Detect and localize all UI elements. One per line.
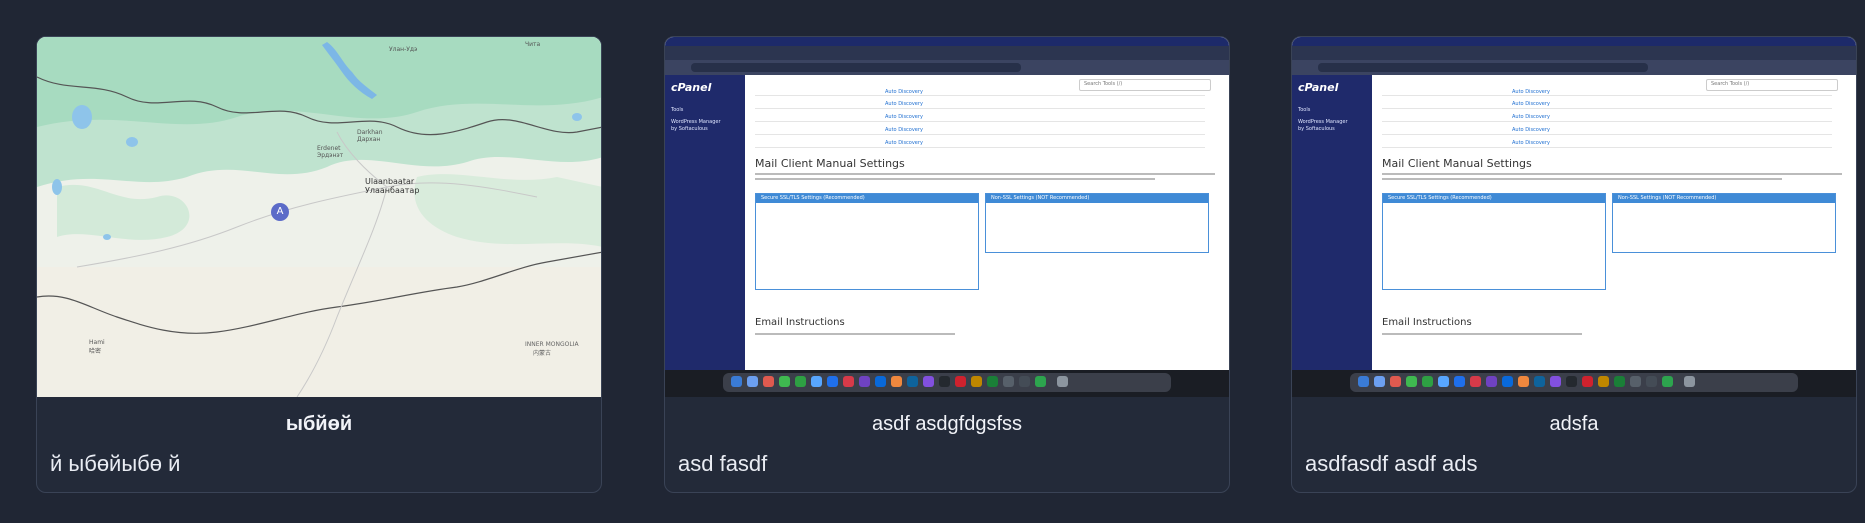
city-label-ulaanbaatar: Ulaanbaatar [365,177,415,186]
card-title: adsfa [1549,413,1599,435]
cpanel-sidebar: cPanel Tools WordPress Manager by Softac… [665,75,745,370]
city-label-ulan-ude: Улан-Удэ [389,46,418,53]
map-labels: Ulaanbaatar Улаанбаатар Darkhan Дархан E… [37,37,601,397]
map-thumbnail: Ulaanbaatar Улаанбаатар Darkhan Дархан E… [37,37,601,397]
city-label-erdenet-mn: Эрдэнэт [317,152,344,159]
autodiscovery-link: Auto Discovery [885,140,923,146]
card-2[interactable]: cPanel Tools WordPress Manager by Softac… [664,36,1230,493]
cpanel-logo: cPanel [1298,81,1339,94]
autodiscovery-link: Auto Discovery [885,127,923,133]
cpanel-sidebar: cPanel Tools WordPress Manager by Softac… [1292,75,1372,370]
sidebar-item-tools: Tools [671,107,684,113]
screenshot-thumbnail: cPanel Tools WordPress Manager by Softac… [1292,37,1856,397]
map-marker-label: A [276,206,284,217]
sidebar-item-softaculous: by Softaculous [1298,126,1335,132]
card-1[interactable]: Ulaanbaatar Улаанбаатар Darkhan Дархан E… [36,36,602,493]
search-input: Search Tools (/) [1079,79,1211,91]
sidebar-item-softaculous: by Softaculous [671,126,708,132]
card-description: й ыбөйыбө й [50,451,181,476]
browser-urlbar [1292,60,1856,75]
city-label-darkhan-mn: Дархан [357,136,381,143]
email-instructions-heading: Email Instructions [755,317,845,328]
email-instructions-heading: Email Instructions [1382,317,1472,328]
autodiscovery-link: Auto Discovery [1512,140,1550,146]
cpanel-content: Search Tools (/) Auto Discovery Auto Dis… [1372,75,1856,370]
cpanel-content: Search Tools (/) Auto Discovery Auto Dis… [745,75,1229,370]
autodiscovery-link: Auto Discovery [885,101,923,107]
map-marker[interactable]: A [271,203,289,221]
card-description: asd fasdf [678,451,768,476]
browser-tabbar [665,46,1229,60]
cpanel-screenshot: cPanel Tools WordPress Manager by Softac… [1292,37,1856,397]
autodiscovery-link: Auto Discovery [885,114,923,120]
ssl-settings-panel: Secure SSL/TLS Settings (Recommended) [755,193,979,290]
mac-dock [665,370,1229,397]
card-description: asdfasdf asdf ads [1305,451,1478,476]
city-label-ulaanbaatar-mn: Улаанбаатар [365,186,420,195]
region-label-inner-mongolia: INNER MONGOLIA [525,341,579,348]
sidebar-item-wordpress: WordPress Manager [1298,119,1348,125]
autodiscovery-link: Auto Discovery [1512,89,1550,95]
autodiscovery-link: Auto Discovery [1512,101,1550,107]
search-input: Search Tools (/) [1706,79,1838,91]
autodiscovery-link: Auto Discovery [885,89,923,95]
city-label-chita: Чита [525,41,541,48]
cpanel-screenshot: cPanel Tools WordPress Manager by Softac… [665,37,1229,397]
non-ssl-settings-panel: Non-SSL Settings (NOT Recommended) [985,193,1209,253]
sidebar-item-wordpress: WordPress Manager [671,119,721,125]
card-title: asdf asdgfdgsfss [871,413,1023,435]
browser-tabbar [1292,46,1856,60]
mac-menubar [665,37,1229,46]
sidebar-item-tools: Tools [1298,107,1311,113]
ssl-settings-panel: Secure SSL/TLS Settings (Recommended) [1382,193,1606,290]
region-label-inner-mongolia-cn: 内蒙古 [533,350,552,357]
mail-settings-heading: Mail Client Manual Settings [1382,157,1532,170]
non-ssl-settings-panel: Non-SSL Settings (NOT Recommended) [1612,193,1836,253]
autodiscovery-link: Auto Discovery [1512,114,1550,120]
card-grid: Ulaanbaatar Улаанбаатар Darkhan Дархан E… [0,0,1865,523]
mac-dock [1292,370,1856,397]
mail-settings-heading: Mail Client Manual Settings [755,157,905,170]
city-label-hami: Hami [89,339,105,346]
city-label-hami-cn: 哈密 [89,348,102,355]
city-label-erdenet: Erdenet [317,145,341,152]
card-3[interactable]: cPanel Tools WordPress Manager by Softac… [1291,36,1857,493]
mac-menubar [1292,37,1856,46]
browser-urlbar [665,60,1229,75]
card-title: ыбйөй [285,413,353,435]
city-label-darkhan: Darkhan [357,129,383,136]
autodiscovery-link: Auto Discovery [1512,127,1550,133]
cpanel-logo: cPanel [671,81,712,94]
screenshot-thumbnail: cPanel Tools WordPress Manager by Softac… [665,37,1229,397]
